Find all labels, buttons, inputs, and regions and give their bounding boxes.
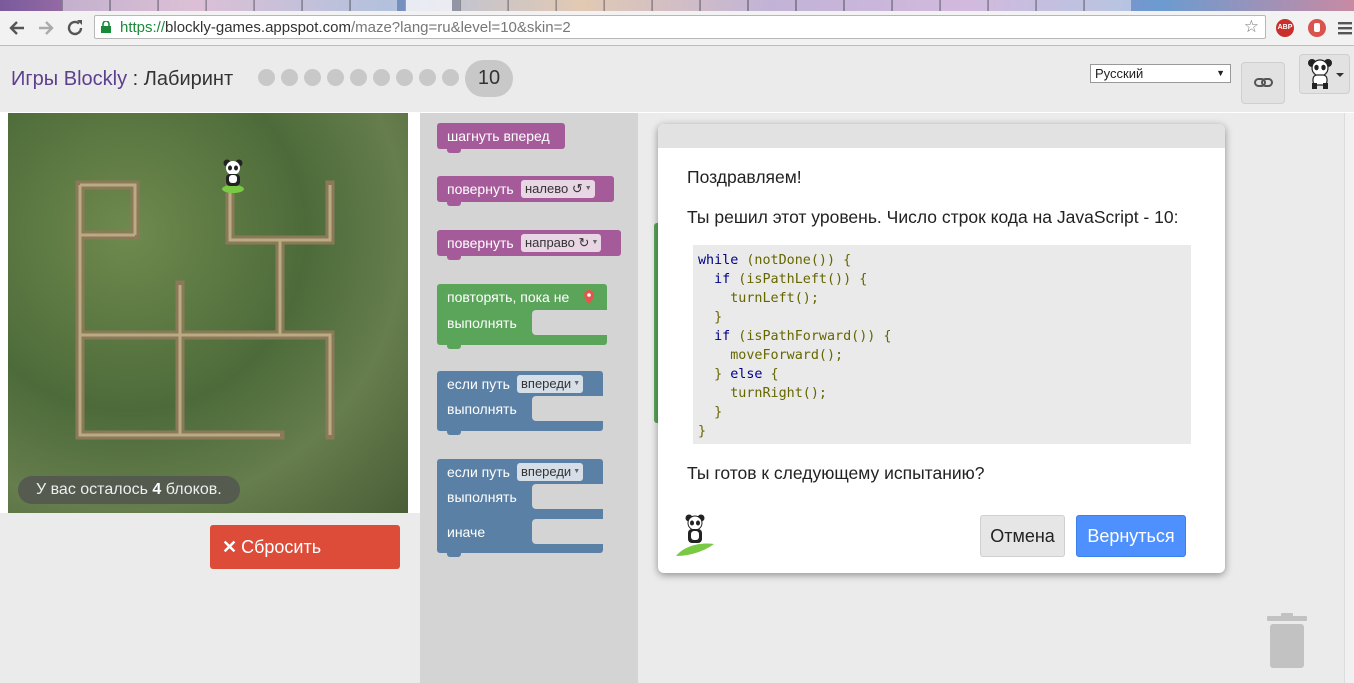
browser-tab[interactable] — [652, 0, 699, 11]
statement-slot — [532, 310, 607, 335]
level-dot[interactable] — [327, 69, 344, 86]
turn-direction-dropdown[interactable]: налево ↺ ▼ — [521, 180, 595, 198]
browser-tab[interactable] — [460, 0, 507, 11]
code-keyword: if — [714, 272, 731, 287]
bookmark-star-icon[interactable]: ☆ — [1244, 17, 1259, 37]
browser-tab[interactable] — [158, 0, 205, 11]
lock-icon — [101, 21, 111, 33]
browser-tab[interactable] — [604, 0, 651, 11]
browser-tab[interactable] — [508, 0, 555, 11]
browser-tab[interactable] — [302, 0, 349, 11]
browser-tab[interactable] — [940, 0, 987, 11]
browser-tab[interactable] — [988, 0, 1035, 11]
if-path-block[interactable]: если путь впереди ▼ выполнять — [437, 371, 603, 435]
reset-label: Сбросить — [241, 537, 322, 557]
statement-slot — [532, 484, 603, 509]
stop-hand-extension-icon[interactable] — [1308, 19, 1326, 37]
level-dot[interactable] — [442, 69, 459, 86]
browser-tab[interactable] — [206, 0, 253, 11]
success-dialog: Поздравляем! Ты решил этот уровень. Числ… — [658, 124, 1225, 573]
browser-tab-active[interactable] — [405, 0, 452, 11]
code-keyword: while — [698, 253, 739, 268]
close-icon: ✕ — [222, 537, 238, 557]
level-dot[interactable] — [281, 69, 298, 86]
app-name-link[interactable]: Игры Blockly — [11, 68, 127, 90]
repeat-until-block[interactable]: повторять, пока не выполнять — [437, 284, 607, 349]
statement-slot — [532, 519, 603, 544]
reload-icon[interactable] — [64, 17, 86, 39]
forward-arrow-icon[interactable] — [35, 17, 57, 39]
level-dot[interactable] — [350, 69, 367, 86]
browser-tab[interactable] — [796, 0, 843, 11]
browser-tab[interactable] — [1036, 0, 1083, 11]
path-direction-dropdown[interactable]: впереди ▼ — [517, 463, 584, 481]
level-dot[interactable] — [396, 69, 413, 86]
path-direction-dropdown[interactable]: впереди ▼ — [517, 375, 584, 393]
maze-board — [8, 113, 408, 513]
panda-player-icon — [222, 159, 244, 193]
level-dot[interactable] — [373, 69, 390, 86]
browser-toolbar: https://blockly-games.appspot.com/maze?l… — [0, 11, 1354, 46]
browser-tab-strip — [0, 0, 1354, 11]
link-button[interactable] — [1241, 62, 1285, 104]
if-else-path-block[interactable]: если путь впереди ▼ выполнять иначе — [437, 459, 603, 557]
title-separator: : — [127, 68, 144, 90]
next-challenge-text: Ты готов к следующему испытанию? — [687, 463, 985, 483]
level-dot[interactable] — [419, 69, 436, 86]
map-marker-icon — [584, 290, 594, 304]
javascript-code: while (notDone()) { if (isPathLeft()) { … — [693, 245, 1191, 447]
blocks-remaining-count: 4 — [152, 481, 162, 498]
trash-can-icon[interactable] — [1266, 613, 1308, 669]
move-forward-block[interactable]: шагнуть вперед — [437, 123, 565, 153]
workspace-scrollbar[interactable] — [1344, 113, 1354, 683]
level-dot[interactable] — [258, 69, 275, 86]
maze-title: Лабиринт — [143, 68, 234, 90]
browser-tab[interactable] — [62, 0, 109, 11]
panda-on-leaf-icon — [676, 514, 714, 556]
browser-tab[interactable] — [748, 0, 795, 11]
solved-text: Ты решил этот уровень. Число строк кода … — [687, 207, 1179, 227]
statement-slot — [532, 396, 603, 421]
game-header: Игры Blockly : Лабиринт 10 Русский ▼ — [0, 46, 1354, 112]
return-button[interactable]: Вернуться — [1076, 515, 1186, 557]
browser-tab[interactable] — [556, 0, 603, 11]
browser-tab[interactable] — [700, 0, 747, 11]
language-select[interactable]: Русский ▼ — [1090, 64, 1231, 83]
dialog-titlebar — [658, 124, 1225, 148]
blocks-remaining-hint: У вас осталось 4 блоков. — [18, 476, 240, 504]
url-text: https://blockly-games.appspot.com/maze?l… — [120, 19, 571, 36]
adblock-plus-icon[interactable]: ABP — [1276, 19, 1294, 37]
cancel-button[interactable]: Отмена — [980, 515, 1065, 557]
turn-right-block[interactable]: повернуть направо ↻ ▼ — [437, 230, 621, 260]
page-title: Игры Blockly : Лабиринт — [11, 68, 233, 91]
level-dot[interactable] — [304, 69, 321, 86]
code-keyword: if — [714, 329, 731, 344]
browser-tab[interactable] — [254, 0, 301, 11]
current-level-badge[interactable]: 10 — [465, 60, 513, 97]
browser-tab[interactable] — [1084, 0, 1131, 11]
reset-button[interactable]: ✕ Сбросить — [210, 525, 400, 569]
turn-left-block[interactable]: повернуть налево ↺ ▼ — [437, 176, 614, 206]
maze-paths — [75, 180, 335, 440]
address-bar[interactable]: https://blockly-games.appspot.com/maze?l… — [94, 15, 1266, 39]
back-arrow-icon[interactable] — [6, 17, 28, 39]
menu-icon[interactable] — [1338, 20, 1352, 36]
generated-code-block: while (notDone()) { if (isPathLeft()) { … — [693, 245, 1191, 444]
chevron-down-icon: ▼ — [1216, 68, 1225, 78]
browser-tab[interactable] — [110, 0, 157, 11]
link-icon — [1254, 78, 1273, 87]
skin-menu-button[interactable] — [1299, 54, 1350, 94]
browser-tab[interactable] — [892, 0, 939, 11]
turn-direction-dropdown[interactable]: направо ↻ ▼ — [521, 234, 602, 252]
browser-tab[interactable] — [844, 0, 891, 11]
code-keyword: else — [730, 367, 763, 382]
browser-tab[interactable] — [350, 0, 397, 11]
panda-icon — [1308, 59, 1344, 89]
congrats-text: Поздравляем! — [687, 167, 802, 187]
